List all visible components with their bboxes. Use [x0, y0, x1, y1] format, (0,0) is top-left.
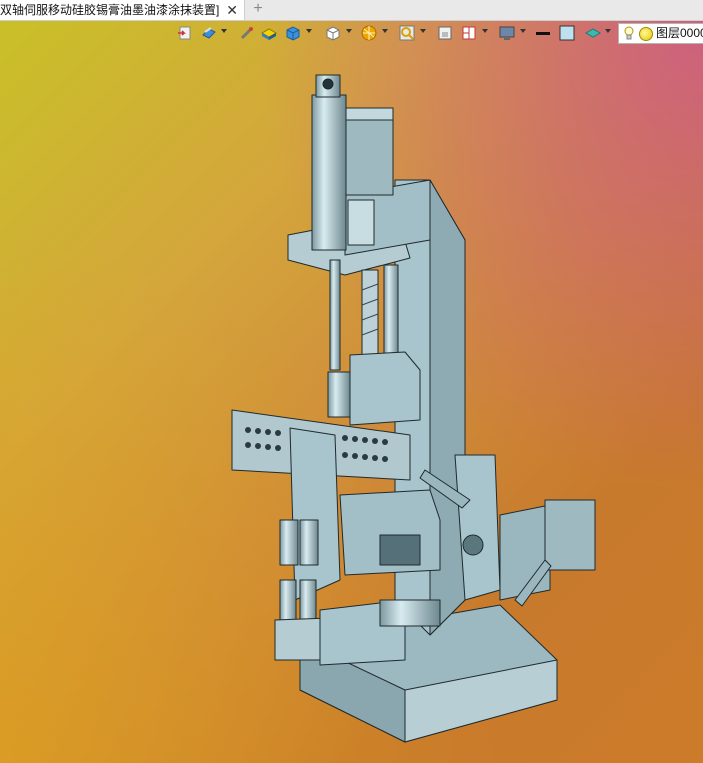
split-view-icon[interactable] — [460, 24, 478, 42]
machine-3d-model[interactable] — [0, 0, 703, 763]
layers-dropdown-icon[interactable] — [605, 29, 611, 33]
layer-selector[interactable]: 图层0000 — [618, 23, 703, 44]
display-dropdown-icon[interactable] — [520, 29, 526, 33]
lightbulb-icon[interactable] — [622, 26, 636, 41]
line-style-icon[interactable] — [534, 24, 552, 42]
layer-name: 图层0000 — [656, 26, 703, 40]
view-cube-dropdown-icon[interactable] — [346, 29, 352, 33]
view-toolbar: 图层0000 — [172, 22, 703, 44]
section-view-icon[interactable] — [200, 24, 218, 42]
split-view-dropdown-icon[interactable] — [482, 29, 488, 33]
zoom-fit-icon[interactable] — [398, 24, 416, 42]
view-cube-icon[interactable] — [324, 24, 342, 42]
zoom-fit-dropdown-icon[interactable] — [420, 29, 426, 33]
appearance-dropdown-icon[interactable] — [306, 29, 312, 33]
section-view-dropdown-icon[interactable] — [221, 29, 227, 33]
orient-icon[interactable] — [176, 24, 194, 42]
display-monitor-icon[interactable] — [498, 24, 516, 42]
layer-visible-icon[interactable] — [639, 27, 653, 41]
color-swatch-icon[interactable] — [558, 24, 576, 42]
hide-show-icon[interactable] — [436, 24, 454, 42]
scene-icon[interactable] — [360, 24, 378, 42]
layers-icon[interactable] — [584, 24, 602, 42]
shaded-display-icon[interactable] — [260, 24, 278, 42]
appearance-icon[interactable] — [284, 24, 302, 42]
measure-icon[interactable] — [238, 24, 256, 42]
scene-dropdown-icon[interactable] — [382, 29, 388, 33]
